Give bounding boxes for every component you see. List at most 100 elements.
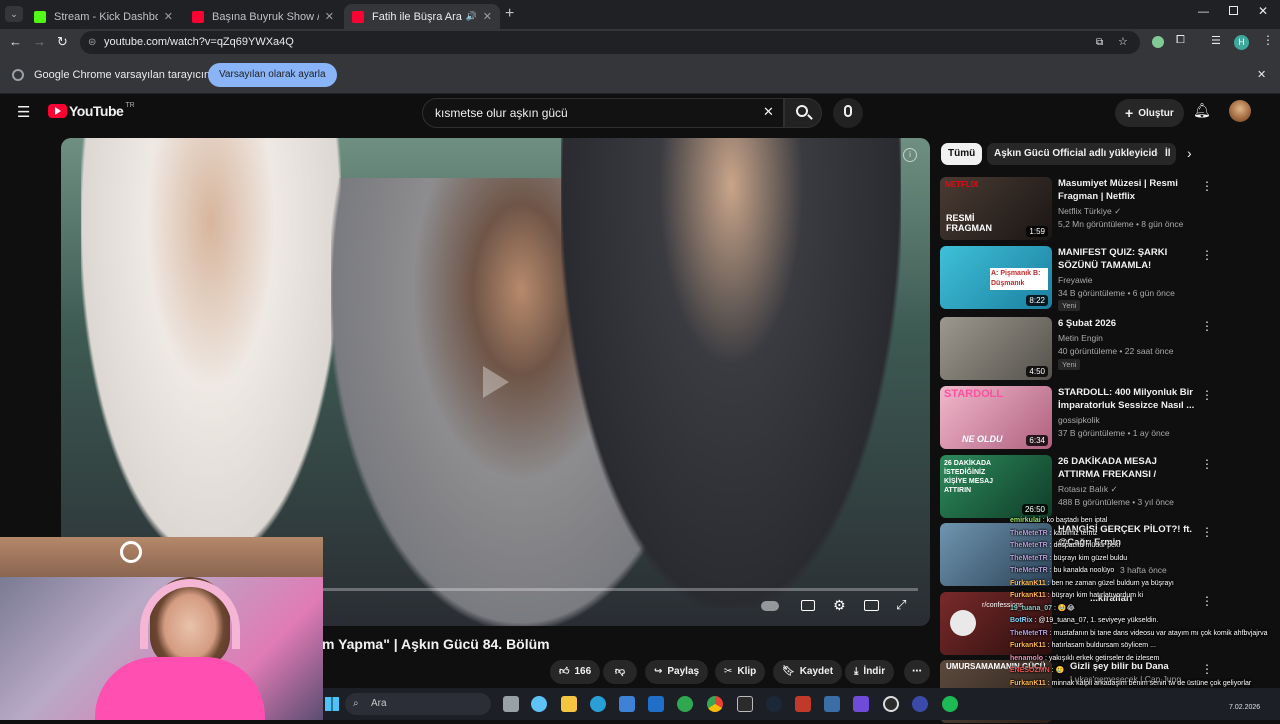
more-options-icon[interactable]: ⋮ (1201, 248, 1213, 262)
chat-username[interactable]: FurkanK11 (1010, 580, 1046, 587)
profile-avatar[interactable]: H (1234, 35, 1249, 50)
save-button[interactable]: 🔖︎ Kaydet (773, 660, 843, 684)
close-icon[interactable]: ✕ (1257, 68, 1266, 81)
search-input[interactable]: kısmetse olur aşkın gücü (422, 98, 784, 128)
info-icon[interactable]: i (903, 148, 917, 162)
back-icon[interactable]: ← (9, 34, 22, 49)
chat-username[interactable]: emirkulai (1010, 517, 1041, 524)
speaker-icon[interactable]: 🔊 (466, 11, 477, 22)
download-button[interactable]: ⤓ İndir (845, 660, 895, 684)
site-info-icon[interactable]: ⊜ (88, 31, 96, 54)
app-bird-icon[interactable] (824, 696, 840, 712)
xbox-icon[interactable] (677, 696, 693, 712)
channel-name[interactable]: Freyawie (1058, 275, 1092, 285)
reading-list-icon[interactable]: ☰ (1211, 34, 1221, 47)
autoplay-toggle[interactable] (761, 601, 779, 611)
recommendation-title[interactable]: STARDOLL: 400 Milyonluk Bir İmparatorluk… (1058, 386, 1196, 412)
more-options-icon[interactable]: ⋮ (1201, 179, 1213, 193)
chat-username[interactable]: FurkanK11 (1010, 592, 1046, 599)
chat-username[interactable]: 19_tuana_07 (1010, 605, 1052, 612)
tab-basina-buyruk[interactable]: Başına Buyruk Show / Kıskançlık ✕ (184, 4, 342, 29)
close-icon[interactable]: ✕ (483, 10, 492, 23)
edge-icon[interactable] (590, 696, 606, 712)
tab-active-video[interactable]: Fatih ile Büşra Arasında Kriz 🔊 ✕ (344, 4, 500, 29)
close-icon[interactable]: ✕ (325, 10, 334, 23)
bookmark-star-icon[interactable]: ☆ (1118, 31, 1128, 54)
reload-icon[interactable]: ↻ (57, 34, 68, 50)
extensions-puzzle-icon[interactable]: ⧠ (1176, 34, 1185, 47)
tab-search-button[interactable]: ⌄ (5, 6, 23, 22)
more-actions-button[interactable]: ⋯ (904, 660, 930, 684)
address-bar[interactable]: ⊜ youtube.com/watch?v=qZq69YWXa4Q ⧉ ☆ (80, 31, 1140, 54)
recommendation-title[interactable]: 26 DAKİKADA MESAJ ATTIRMA FREKANSI / İST… (1058, 455, 1196, 482)
video-thumbnail[interactable]: 4:50 (940, 317, 1052, 380)
chat-username[interactable]: BotRix (1010, 617, 1033, 624)
obs-icon[interactable] (883, 696, 899, 712)
chat-username[interactable]: FurkanK11 (1010, 642, 1046, 649)
copilot-icon[interactable] (531, 696, 547, 712)
theater-mode-icon[interactable] (864, 600, 879, 611)
recommendation-title[interactable]: Masumiyet Müzesi | Resmi Fragman | Netfl… (1058, 177, 1196, 203)
like-button[interactable]: 👍︎ 166 (550, 660, 601, 684)
recommendation-item[interactable]: STARDOLL NE OLDU 6:34 STARDOLL: 400 Mily… (940, 386, 1213, 450)
close-icon[interactable]: ✕ (164, 10, 173, 23)
chat-username[interactable]: FurkanK11 (1010, 680, 1046, 687)
account-avatar[interactable] (1229, 100, 1251, 122)
settings-gear-icon[interactable]: ⚙ (833, 597, 846, 614)
video-thumbnail[interactable]: A: Pişmanık B: Düşmanık 8:22 (940, 246, 1052, 309)
clear-search-icon[interactable]: ✕ (763, 104, 774, 120)
chat-username[interactable]: TheMeteTR (1010, 542, 1048, 549)
chrome-icon[interactable] (707, 696, 723, 712)
set-default-button[interactable]: Varsayılan olarak ayarla (208, 63, 337, 87)
more-options-icon[interactable]: ⋮ (1201, 319, 1213, 333)
chrome-menu-icon[interactable]: ⋮ (1262, 33, 1274, 47)
taskbar-search-input[interactable]: ⌕ Ara (345, 693, 491, 715)
chat-username[interactable]: ENESOZMN (1010, 667, 1050, 674)
hamburger-menu-icon[interactable]: ☰ (17, 103, 30, 121)
recommendation-title[interactable]: 6 Şubat 2026 (1058, 317, 1196, 330)
chat-username[interactable]: henamolo (1010, 655, 1043, 662)
video-thumbnail[interactable]: STARDOLL NE OLDU 6:34 (940, 386, 1052, 449)
minimize-button[interactable]: — (1198, 6, 1209, 18)
recommendation-item[interactable]: NETFLIX RESMİ FRAGMAN 1:59 Masumiyet Müz… (940, 177, 1213, 241)
more-options-icon[interactable]: ⋮ (1201, 388, 1213, 402)
tab-kick-dashboard[interactable]: Stream - Kick Dashboard ✕ (26, 4, 181, 29)
clip-button[interactable]: ✂ Klip (715, 660, 766, 684)
app-circle-icon[interactable] (912, 696, 928, 712)
more-options-icon[interactable]: ⋮ (1201, 457, 1213, 471)
channel-name[interactable]: Metin Engin (1058, 333, 1103, 343)
close-window-button[interactable]: ✕ (1258, 4, 1268, 18)
recommendation-item[interactable]: 26 DAKİKADA İSTEDİĞİNİZ KİŞİYE MESAJ ATT… (940, 455, 1213, 519)
youtube-logo[interactable]: YouTube TR (48, 102, 135, 119)
recommendation-item[interactable]: 4:50 6 Şubat 2026 Metin Engin 40 görüntü… (940, 317, 1213, 381)
chip-related[interactable]: İl (1158, 143, 1172, 165)
restore-button[interactable] (1229, 6, 1238, 15)
create-button[interactable]: + Oluştur (1115, 99, 1184, 127)
fullscreen-icon[interactable]: ⤢ (896, 597, 906, 613)
chat-username[interactable]: TheMeteTR (1010, 530, 1048, 537)
notifications-bell-icon[interactable]: 🔔︎ (1193, 102, 1211, 119)
chat-username[interactable]: TheMeteTR (1010, 567, 1048, 574)
windows-start-icon[interactable] (325, 697, 339, 711)
epic-games-icon[interactable] (737, 696, 753, 712)
video-thumbnail[interactable]: NETFLIX RESMİ FRAGMAN 1:59 (940, 177, 1052, 240)
app-red-icon[interactable] (795, 696, 811, 712)
app-purple-icon[interactable] (853, 696, 869, 712)
outlook-icon[interactable] (648, 696, 664, 712)
channel-name[interactable]: gossipkolik (1058, 415, 1100, 425)
task-view-icon[interactable] (503, 696, 519, 712)
recommendation-title[interactable]: MANIFEST QUIZ: ŞARKI SÖZÜNÜ TAMAMLA! (1058, 246, 1196, 272)
video-thumbnail[interactable]: 26 DAKİKADA İSTEDİĞİNİZ KİŞİYE MESAJ ATT… (940, 455, 1052, 518)
new-tab-button[interactable]: + (505, 5, 514, 23)
captions-icon[interactable] (801, 600, 815, 611)
chip-uploader[interactable]: Aşkın Gücü Official adlı yükleyiciden (987, 143, 1177, 165)
steam-icon[interactable] (766, 696, 782, 712)
file-explorer-icon[interactable] (561, 696, 577, 712)
chat-username[interactable]: TheMeteTR (1010, 555, 1048, 562)
channel-name[interactable]: Rotasız Balık ✓ (1058, 484, 1118, 495)
chevron-right-icon[interactable]: › (1187, 145, 1192, 161)
share-button[interactable]: ↪ Paylaş (645, 660, 709, 684)
dislike-button[interactable]: 👎︎ (603, 660, 637, 684)
install-icon[interactable]: ⧉ (1096, 31, 1103, 54)
chat-username[interactable]: TheMeteTR (1010, 630, 1048, 637)
